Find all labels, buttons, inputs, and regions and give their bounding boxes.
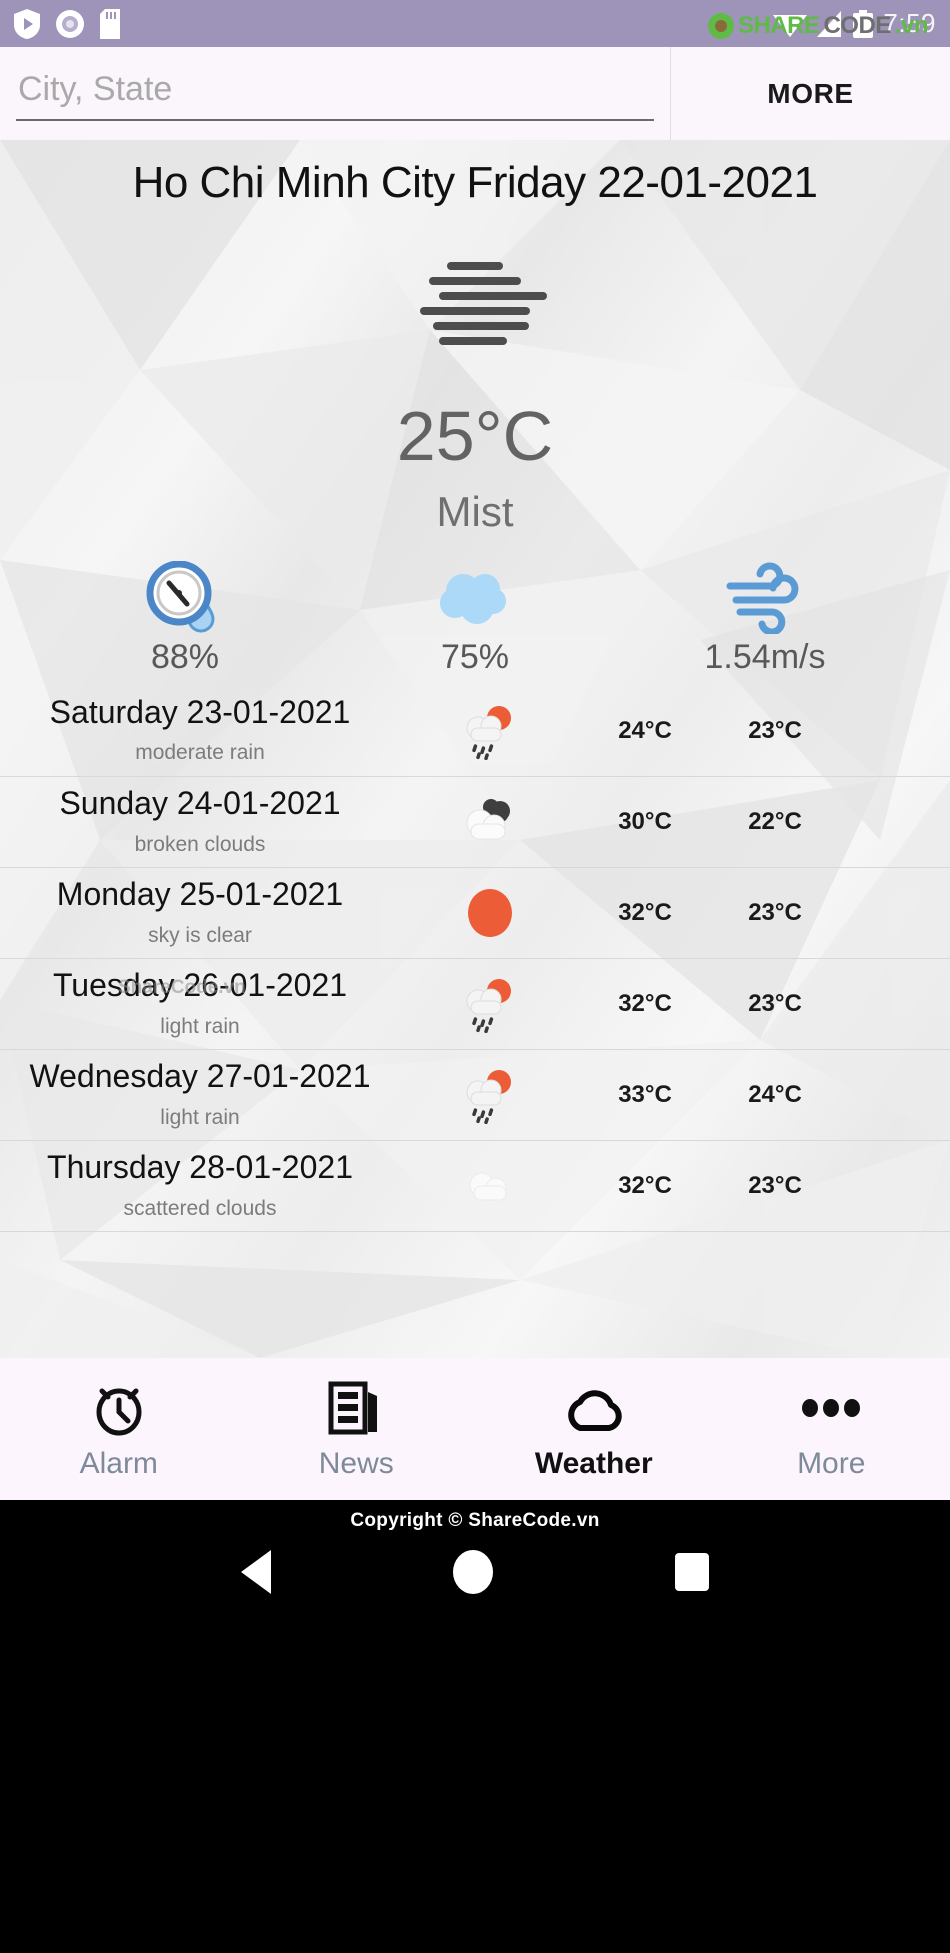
forecast-desc: broken clouds bbox=[134, 832, 266, 856]
forecast-date-cell: Saturday 23-01-2021 moderate rain bbox=[0, 693, 400, 766]
sharecode-watermark: SHARE CODE .vn bbox=[707, 12, 929, 40]
table-row[interactable]: Wednesday 27-01-2021 light rain 33°C 24°… bbox=[0, 1049, 950, 1140]
watermark-code-text: CODE bbox=[823, 12, 891, 39]
forecast-day: Wednesday 27-01-2021 bbox=[29, 1058, 371, 1095]
newspaper-icon bbox=[327, 1377, 385, 1439]
forecast-day: Saturday 23-01-2021 bbox=[49, 693, 351, 730]
current-temperature: 25°C bbox=[396, 397, 554, 475]
stat-clouds: 75% bbox=[330, 560, 620, 677]
tab-alarm-label: Alarm bbox=[79, 1447, 158, 1480]
cloud-icon bbox=[433, 560, 517, 634]
sun-rain-cloud-icon bbox=[400, 702, 580, 760]
broken-clouds-icon bbox=[400, 793, 580, 851]
table-row[interactable]: ShareCode.vn Tuesday 26-01-2021 light ra… bbox=[0, 958, 950, 1049]
forecast-desc: moderate rain bbox=[135, 741, 265, 765]
stat-wind: 1.54m/s bbox=[620, 560, 910, 677]
sun-rain-cloud-icon bbox=[400, 1066, 580, 1124]
alarm-clock-icon bbox=[91, 1377, 147, 1439]
forecast-date-cell: Tuesday 26-01-2021 light rain bbox=[0, 969, 400, 1039]
status-bar-right-icons: 7:59 SHARE CODE .vn bbox=[707, 8, 936, 39]
forecast-desc: scattered clouds bbox=[123, 1196, 277, 1220]
forecast-date-cell: Monday 25-01-2021 sky is clear bbox=[0, 878, 400, 948]
cloud-icon bbox=[563, 1377, 625, 1439]
clouds-value: 75% bbox=[440, 638, 510, 676]
bottom-tab-bar: Alarm News Weather More bbox=[0, 1358, 950, 1500]
forecast-list: Saturday 23-01-2021 moderate rain 24°C 2… bbox=[0, 685, 950, 1232]
table-row[interactable]: Thursday 28-01-2021 scattered clouds 32°… bbox=[0, 1140, 950, 1231]
forecast-low: 22°C bbox=[748, 808, 802, 835]
ellipsis-icon bbox=[800, 1377, 862, 1439]
home-button[interactable] bbox=[453, 1550, 493, 1594]
status-bar-left-icons bbox=[14, 8, 120, 39]
forecast-day: Monday 25-01-2021 bbox=[56, 876, 344, 913]
forecast-high: 30°C bbox=[618, 808, 672, 835]
search-field-wrapper bbox=[0, 47, 670, 140]
tab-news-label: News bbox=[318, 1447, 394, 1480]
play-shield-icon bbox=[14, 8, 40, 39]
location-date-headline: Ho Chi Minh City Friday 22-01-2021 bbox=[132, 158, 818, 207]
tab-weather-label: Weather bbox=[534, 1447, 653, 1480]
watermark-share-text: SHARE bbox=[737, 12, 820, 39]
forecast-low: 23°C bbox=[748, 716, 802, 744]
table-row[interactable]: Monday 25-01-2021 sky is clear 32°C 23°C bbox=[0, 867, 950, 958]
recents-button[interactable] bbox=[675, 1553, 709, 1591]
android-nav-buttons bbox=[0, 1550, 950, 1594]
tab-more[interactable]: More bbox=[713, 1377, 950, 1481]
mist-icon bbox=[405, 262, 547, 345]
forecast-high: 33°C bbox=[618, 1081, 672, 1108]
copyright-text: Copyright © ShareCode.vn bbox=[350, 1510, 600, 1531]
tab-more-label: More bbox=[797, 1447, 866, 1480]
humidity-value: 88% bbox=[150, 638, 220, 676]
tab-news[interactable]: News bbox=[238, 1377, 476, 1481]
forecast-high: 32°C bbox=[618, 1172, 672, 1199]
sun-icon bbox=[400, 884, 580, 942]
back-button[interactable] bbox=[241, 1550, 271, 1594]
table-row[interactable]: Saturday 23-01-2021 moderate rain 24°C 2… bbox=[0, 685, 950, 776]
forecast-day: Thursday 28-01-2021 bbox=[47, 1149, 353, 1186]
forecast-desc: sky is clear bbox=[148, 923, 252, 947]
humidity-gauge-icon bbox=[145, 560, 225, 634]
forecast-date-cell: Sunday 24-01-2021 broken clouds bbox=[0, 787, 400, 857]
wind-icon bbox=[722, 560, 808, 634]
forecast-low: 23°C bbox=[748, 1172, 802, 1199]
forecast-day: Tuesday 26-01-2021 bbox=[52, 967, 348, 1004]
sdcard-icon bbox=[100, 8, 120, 39]
sharecode-logo-icon bbox=[707, 13, 734, 39]
forecast-day: Sunday 24-01-2021 bbox=[59, 785, 341, 822]
forecast-low: 23°C bbox=[748, 990, 802, 1017]
forecast-list-end-divider bbox=[0, 1231, 950, 1232]
search-toolbar: MORE bbox=[0, 47, 950, 140]
forecast-desc: light rain bbox=[160, 1014, 240, 1038]
city-search-input[interactable] bbox=[16, 66, 654, 121]
table-row[interactable]: Sunday 24-01-2021 broken clouds 30°C 22°… bbox=[0, 776, 950, 867]
scattered-clouds-icon bbox=[400, 1157, 580, 1215]
forecast-low: 24°C bbox=[748, 1081, 802, 1108]
stat-humidity: 88% bbox=[40, 560, 330, 677]
current-stats-row: 88% 75% 1.54m/s bbox=[0, 560, 950, 677]
sun-rain-cloud-icon bbox=[400, 975, 580, 1033]
forecast-desc: light rain bbox=[160, 1105, 240, 1129]
weather-content: Ho Chi Minh City Friday 22-01-2021 25°C … bbox=[0, 140, 950, 1358]
android-navigation-bar: Copyright © ShareCode.vn bbox=[0, 1500, 950, 1953]
status-bar: 7:59 SHARE CODE .vn bbox=[0, 0, 950, 47]
forecast-date-cell: Thursday 28-01-2021 scattered clouds bbox=[0, 1151, 400, 1221]
forecast-high: 32°C bbox=[618, 990, 672, 1017]
forecast-low: 23°C bbox=[748, 899, 802, 926]
forecast-date-cell: Wednesday 27-01-2021 light rain bbox=[0, 1060, 400, 1130]
watermark-vn-text: .vn bbox=[894, 12, 929, 39]
tab-alarm[interactable]: Alarm bbox=[0, 1377, 238, 1481]
record-icon bbox=[56, 9, 84, 38]
more-button[interactable]: MORE bbox=[670, 47, 950, 140]
wind-value: 1.54m/s bbox=[704, 638, 826, 676]
forecast-high: 24°C bbox=[618, 716, 672, 744]
current-condition: Mist bbox=[436, 488, 514, 535]
tab-weather[interactable]: Weather bbox=[475, 1377, 713, 1481]
app-window: 7:59 SHARECODE.vn MORE bbox=[0, 0, 950, 1953]
forecast-high: 32°C bbox=[618, 899, 672, 926]
